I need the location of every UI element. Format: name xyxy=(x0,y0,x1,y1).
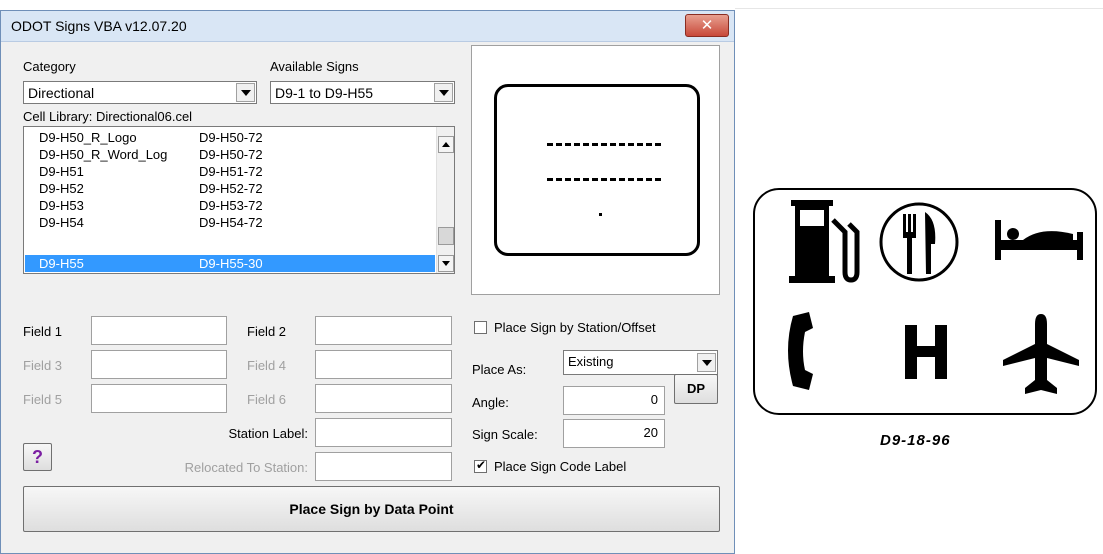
relocated-to-station-label: Relocated To Station: xyxy=(184,460,308,475)
close-button[interactable]: ✕ xyxy=(685,14,729,37)
sign-name: D9-H50_R_Word_Log xyxy=(39,147,168,162)
list-item[interactable]: D9-H50_R_Logo D9-H50-72 xyxy=(25,129,435,146)
chevron-down-icon[interactable] xyxy=(697,353,716,372)
sign-code: D9-H50-72 xyxy=(199,130,263,145)
list-item[interactable]: D9-H54 D9-H54-72 xyxy=(25,214,435,231)
place-as-label: Place As: xyxy=(472,362,527,377)
chevron-down-icon[interactable] xyxy=(236,83,255,102)
category-value: Directional xyxy=(28,85,95,101)
preview-sign-outline xyxy=(494,84,700,256)
place-as-value: Existing xyxy=(568,354,614,369)
scroll-thumb[interactable] xyxy=(438,227,454,245)
sign-name: D9-H54 xyxy=(39,215,84,230)
category-label: Category xyxy=(23,59,76,74)
gas-pump-icon xyxy=(789,200,860,283)
dp-button[interactable]: DP xyxy=(674,374,718,404)
sign-name: D9-H51 xyxy=(39,164,84,179)
sign-drawing xyxy=(753,188,1097,415)
field6-label: Field 6 xyxy=(247,392,287,407)
field1-label: Field 1 xyxy=(23,324,63,339)
sign-symbols xyxy=(788,200,1083,394)
sign-code: D9-H51-72 xyxy=(199,164,263,179)
fork-knife-icon xyxy=(879,202,959,282)
scroll-up-icon[interactable] xyxy=(438,136,454,153)
phone-icon xyxy=(788,312,813,390)
available-signs-select[interactable]: D9-1 to D9-H55 xyxy=(270,81,455,104)
preview-placeholder-line xyxy=(547,178,661,181)
field3-input[interactable] xyxy=(91,350,227,379)
angle-value: 0 xyxy=(650,392,658,407)
angle-input[interactable]: 0 xyxy=(563,386,665,415)
sign-code: D9-H50-72 xyxy=(199,147,263,162)
sign-listbox[interactable]: D9-H50_R_Logo D9-H50-72 D9-H50_R_Word_Lo… xyxy=(23,126,455,274)
field4-label: Field 4 xyxy=(247,358,287,373)
place-sign-button[interactable]: Place Sign by Data Point xyxy=(23,486,720,532)
sign-code: D9-H55-30 xyxy=(199,256,263,271)
sign-code-label-option: Place Sign Code Label xyxy=(494,459,627,474)
preview-placeholder-line xyxy=(547,143,661,146)
list-item-selected[interactable]: D9-H55 D9-H55-30 xyxy=(25,255,435,272)
list-item[interactable]: D9-H51 D9-H51-72 xyxy=(25,163,435,180)
sign-code: D9-H54-72 xyxy=(199,215,263,230)
chevron-down-icon[interactable] xyxy=(434,83,453,102)
sign-name: D9-H55 xyxy=(39,256,84,271)
list-item[interactable]: D9-H53 D9-H53-72 xyxy=(25,197,435,214)
hospital-icon xyxy=(905,325,947,379)
available-signs-label: Available Signs xyxy=(270,59,359,74)
category-select[interactable]: Directional xyxy=(23,81,257,104)
list-item[interactable]: D9-H52 D9-H52-72 xyxy=(25,180,435,197)
sign-code-label-checkbox[interactable] xyxy=(474,458,487,473)
sign-name: D9-H52 xyxy=(39,181,84,196)
relocated-to-station-input[interactable] xyxy=(315,452,452,481)
field2-input[interactable] xyxy=(315,316,452,345)
field6-input[interactable] xyxy=(315,384,452,413)
field1-input[interactable] xyxy=(91,316,227,345)
title-bar: ODOT Signs VBA v12.07.20 ✕ xyxy=(1,11,734,42)
sign-scale-input[interactable]: 20 xyxy=(563,419,665,448)
sign-preview xyxy=(471,45,720,295)
field5-label: Field 5 xyxy=(23,392,63,407)
sign-name: D9-H53 xyxy=(39,198,84,213)
list-item[interactable]: D9-H50_R_Word_Log D9-H50-72 xyxy=(25,146,435,163)
station-offset-label: Place Sign by Station/Offset xyxy=(494,320,656,335)
airplane-icon xyxy=(1003,314,1079,394)
sign-scale-value: 20 xyxy=(643,425,658,440)
place-as-select[interactable]: Existing xyxy=(563,350,718,375)
list-scrollbar[interactable] xyxy=(436,127,454,273)
field5-input[interactable] xyxy=(91,384,227,413)
help-button[interactable]: ? xyxy=(23,443,52,471)
field2-label: Field 2 xyxy=(247,324,287,339)
station-label-input[interactable] xyxy=(315,418,452,447)
field4-input[interactable] xyxy=(315,350,452,379)
sign-code: D9-H52-72 xyxy=(199,181,263,196)
available-signs-value: D9-1 to D9-H55 xyxy=(275,85,374,101)
sign-code-label: D9-18-96 xyxy=(880,432,951,449)
window-title: ODOT Signs VBA v12.07.20 xyxy=(11,18,187,34)
field3-label: Field 3 xyxy=(23,358,63,373)
scroll-down-icon[interactable] xyxy=(438,255,454,272)
bed-icon xyxy=(995,220,1083,260)
cell-library-label: Cell Library: Directional06.cel xyxy=(23,109,193,124)
station-offset-checkbox[interactable] xyxy=(474,321,487,334)
sign-name: D9-H50_R_Logo xyxy=(39,130,137,145)
sign-code: D9-H53-72 xyxy=(199,198,263,213)
preview-placeholder-dot xyxy=(599,213,602,216)
angle-label: Angle: xyxy=(472,395,509,410)
station-label-label: Station Label: xyxy=(228,426,308,441)
background-divider xyxy=(735,8,1103,9)
sign-scale-label: Sign Scale: xyxy=(472,427,538,442)
